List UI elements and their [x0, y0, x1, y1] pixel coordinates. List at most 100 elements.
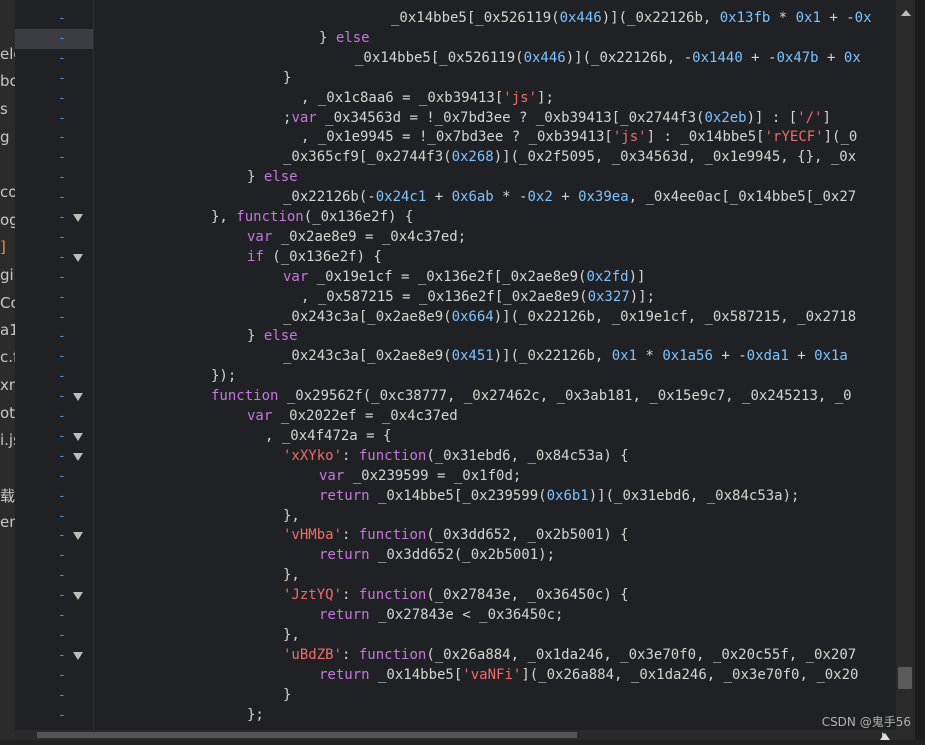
code-token: _0x3dd652(_0x2b5001);	[369, 547, 556, 564]
code-line[interactable]: var _0x19e1cf = _0x136e2f[_0x2ae8e9(0x2f…	[283, 268, 645, 288]
left-panel-item[interactable]: s	[0, 100, 15, 118]
gutter-dash: -	[58, 667, 66, 683]
gutter-dash: -	[58, 647, 66, 663]
code-line[interactable]: ;var _0x34563d = !_0x7bd3ee ? _0xb39413[…	[283, 109, 831, 129]
code-line[interactable]: function _0x29562f(_0xc38777, _0x27462c,…	[211, 387, 852, 407]
code-line[interactable]: }	[283, 686, 291, 706]
code-token: _0x2022ef = _0x4c37ed	[272, 408, 458, 424]
code-line[interactable]: , _0x4f472a = {	[265, 427, 391, 447]
code-token: else	[335, 29, 370, 46]
code-line[interactable]: });	[211, 367, 236, 387]
code-token: (_0x26a884, _0x1da246, _0x3e70f0, _0x20c…	[426, 646, 857, 663]
code-line[interactable]: var _0x2ae8e9 = _0x4c37ed;	[247, 228, 466, 248]
code-token: 0x24c1	[375, 189, 427, 206]
code-line[interactable]: } else	[319, 29, 370, 49]
left-panel-item[interactable]: og	[0, 211, 15, 229]
code-line[interactable]: } else	[247, 327, 298, 347]
code-line[interactable]: var _0x2022ef = _0x4c37ed	[247, 407, 458, 427]
scroll-up-arrow-icon[interactable]	[901, 10, 911, 16]
code-line[interactable]: },	[283, 507, 300, 527]
left-panel-item[interactable]: a1	[0, 321, 15, 339]
code-token: var	[283, 268, 309, 285]
fold-arrow-icon[interactable]	[73, 532, 83, 541]
code-line[interactable]: , _0x587215 = _0x136e2f[_0x2ae8e9(0x327)…	[301, 288, 655, 308]
left-panel-item[interactable]: i.js	[0, 431, 15, 449]
code-line[interactable]: return _0x3dd652(_0x2b5001);	[319, 546, 555, 566]
code-line[interactable]: var _0x239599 = _0x1f0d;	[319, 467, 521, 487]
code-token: 0x1a56	[662, 348, 713, 365]
fold-arrow-icon[interactable]	[73, 253, 83, 262]
left-panel-item[interactable]: oto	[0, 404, 15, 422]
code-token: (_0x136e2f) {	[263, 248, 382, 265]
code-line[interactable]: 'xXYko': function(_0x31ebd6, _0x84c53a) …	[283, 447, 629, 467]
code-line[interactable]: return _0x27843e < _0x36450c;	[319, 606, 563, 626]
left-panel-item[interactable]: Co	[0, 294, 15, 312]
gutter-dash: -	[58, 11, 66, 26]
gutter-row: -	[15, 706, 93, 726]
fold-arrow-icon[interactable]	[73, 393, 83, 402]
code-token: )](_0x2f5095, _0x34563d, _0x1e9945, {}, …	[493, 149, 857, 166]
code-line[interactable]: , _0x1e9945 = !_0x7bd3ee ? _0xb39413['js…	[301, 128, 857, 148]
left-panel-item[interactable]: elo	[0, 45, 15, 63]
code-token: function	[358, 447, 427, 464]
vertical-scroll-thumb[interactable]	[898, 667, 912, 689]
left-panel-item[interactable]: bo	[0, 72, 15, 90]
fold-arrow-icon[interactable]	[73, 214, 83, 222]
code-line[interactable]: 'uBdZB': function(_0x26a884, _0x1da246, …	[283, 646, 856, 666]
fold-arrow-icon[interactable]	[73, 651, 83, 660]
code-line[interactable]: _0x14bbe5[_0x526119(0x446)](_0x22126b, -…	[355, 49, 861, 69]
gutter-dash: -	[58, 170, 66, 186]
code-line[interactable]: };	[247, 706, 264, 726]
code-token: )] : [	[746, 109, 798, 126]
gutter-row: -	[15, 308, 93, 328]
code-line[interactable]: },	[283, 626, 300, 646]
gutter-row: -	[15, 327, 93, 347]
code-line[interactable]: } else	[247, 168, 298, 188]
code-line[interactable]: },	[283, 566, 300, 586]
code-line[interactable]: }, function(_0x136e2f) {	[211, 208, 413, 228]
fold-arrow-icon[interactable]	[73, 592, 83, 601]
fold-arrow-icon[interactable]	[73, 432, 83, 441]
code-token: });	[211, 368, 237, 385]
left-panel-item[interactable]: ]	[0, 238, 15, 256]
left-panel-item[interactable]: 载	[0, 485, 15, 506]
gutter-row: -	[15, 686, 93, 706]
gutter-dash: -	[58, 329, 66, 345]
vertical-scrollbar[interactable]	[896, 0, 915, 730]
code-token: *	[637, 348, 663, 365]
code-token: _0x14bbe5[_0x526119(	[391, 10, 560, 26]
code-token: 'vaNFi'	[462, 666, 522, 683]
code-line[interactable]: if (_0x136e2f) {	[247, 248, 382, 268]
code-line[interactable]: , _0x1c8aa6 = _0xb39413['js'];	[301, 89, 554, 109]
code-line[interactable]: 'vHMba': function(_0x3dd652, _0x2b5001) …	[283, 526, 629, 546]
code-token: }	[247, 328, 264, 345]
code-token: )]	[628, 268, 646, 285]
code-line[interactable]: _0x365cf9[_0x2744f3(0x268)](_0x2f5095, _…	[283, 148, 856, 168]
left-panel-item[interactable]: c.fe	[0, 348, 15, 366]
code-token: , _0x1c8aa6 = _0xb39413[	[301, 89, 504, 106]
code-token: )](_0x22126b,	[601, 10, 720, 26]
gutter-row: -	[15, 148, 93, 168]
left-panel-item[interactable]: ent	[0, 513, 15, 531]
code-token: +	[818, 49, 844, 66]
code-line[interactable]: _0x22126b(-0x24c1 + 0x6ab * -0x2 + 0x39e…	[283, 188, 856, 208]
code-line[interactable]: return _0x14bbe5['vaNFi'](_0x26a884, _0x…	[319, 666, 858, 686]
fold-arrow-icon[interactable]	[73, 452, 83, 461]
code-line[interactable]: _0x243c3a[_0x2ae8e9(0x664)](_0x22126b, _…	[283, 308, 856, 328]
left-panel-item[interactable]: gir	[0, 266, 15, 284]
left-panel-item[interactable]: co	[0, 183, 15, 201]
left-panel-item[interactable]: g	[0, 128, 15, 146]
code-line[interactable]: _0x243c3a[_0x2ae8e9(0x451)](_0x22126b, 0…	[283, 347, 848, 367]
horizontal-scrollbar[interactable]	[15, 730, 915, 740]
code-line[interactable]: _0x14bbe5[_0x526119(0x446)](_0x22126b, 0…	[391, 9, 872, 29]
code-line[interactable]: }	[283, 69, 291, 89]
code-line[interactable]: 'JztYQ': function(_0x27843e, _0x36450c) …	[283, 586, 629, 606]
horizontal-scroll-thumb[interactable]	[37, 732, 577, 738]
code-editor[interactable]: _0x14bbe5[_0x526119(0x446)](_0x22126b, 0…	[94, 0, 896, 730]
code-line[interactable]: return _0x14bbe5[_0x239599(0x6b1)](_0x31…	[319, 487, 799, 507]
gutter-dash: -	[58, 548, 66, 564]
watermark: CSDN @鬼手56	[821, 715, 911, 729]
left-panel-item[interactable]: xn	[0, 376, 15, 394]
code-token: 0xda1	[746, 348, 789, 365]
code-token: 0x2	[527, 189, 553, 206]
